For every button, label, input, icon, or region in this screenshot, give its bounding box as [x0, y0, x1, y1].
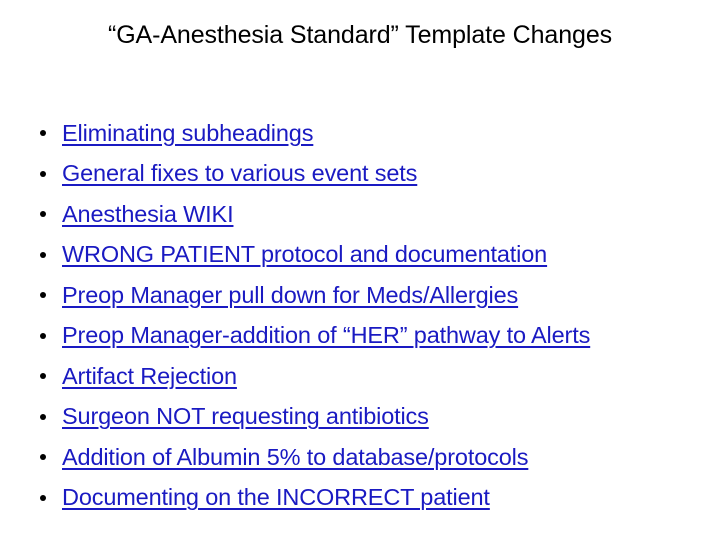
bullet-link-preop-manager-her-pathway[interactable]: Preop Manager-addition of “HER” pathway … — [62, 322, 590, 349]
list-item[interactable]: WRONG PATIENT protocol and documentation — [36, 235, 696, 276]
bullet-point-icon — [40, 130, 46, 137]
bullet-link-surgeon-not-requesting-antibiotics[interactable]: Surgeon NOT requesting antibiotics — [62, 403, 429, 430]
bullet-point-icon — [40, 454, 46, 461]
bullet-link-documenting-incorrect-patient[interactable]: Documenting on the INCORRECT patient — [62, 484, 490, 511]
bullet-link-anesthesia-wiki[interactable]: Anesthesia WIKI — [62, 201, 234, 228]
list-item[interactable]: Preop Manager pull down for Meds/Allergi… — [36, 275, 696, 316]
bullet-point-icon — [40, 413, 46, 420]
bullet-point-icon — [40, 211, 46, 218]
list-item[interactable]: Anesthesia WIKI — [36, 194, 696, 235]
list-item[interactable]: Documenting on the INCORRECT patient — [36, 478, 696, 519]
bullet-link-addition-of-albumin[interactable]: Addition of Albumin 5% to database/proto… — [62, 444, 528, 471]
list-item[interactable]: General fixes to various event sets — [36, 154, 696, 195]
list-item[interactable]: Artifact Rejection — [36, 356, 696, 397]
bullet-link-wrong-patient-protocol[interactable]: WRONG PATIENT protocol and documentation — [62, 241, 547, 268]
list-item[interactable]: Preop Manager-addition of “HER” pathway … — [36, 316, 696, 357]
slide-canvas: “GA-Anesthesia Standard” Template Change… — [0, 0, 720, 540]
bullet-point-icon — [40, 251, 46, 258]
bullet-link-general-fixes[interactable]: General fixes to various event sets — [62, 160, 417, 187]
bullet-point-icon — [40, 494, 46, 501]
list-item[interactable]: Surgeon NOT requesting antibiotics — [36, 397, 696, 438]
bullet-link-artifact-rejection[interactable]: Artifact Rejection — [62, 363, 237, 390]
bullet-link-preop-manager-pull-down[interactable]: Preop Manager pull down for Meds/Allergi… — [62, 282, 518, 309]
bullet-point-icon — [40, 332, 46, 339]
bullet-point-icon — [40, 292, 46, 299]
bullet-list: Eliminating subheadings General fixes to… — [36, 113, 696, 518]
bullet-point-icon — [40, 170, 46, 177]
page-title: “GA-Anesthesia Standard” Template Change… — [107, 21, 613, 49]
list-item[interactable]: Eliminating subheadings — [36, 113, 696, 154]
bullet-link-eliminating-subheadings[interactable]: Eliminating subheadings — [62, 120, 313, 147]
bullet-point-icon — [40, 373, 46, 380]
list-item[interactable]: Addition of Albumin 5% to database/proto… — [36, 437, 696, 478]
